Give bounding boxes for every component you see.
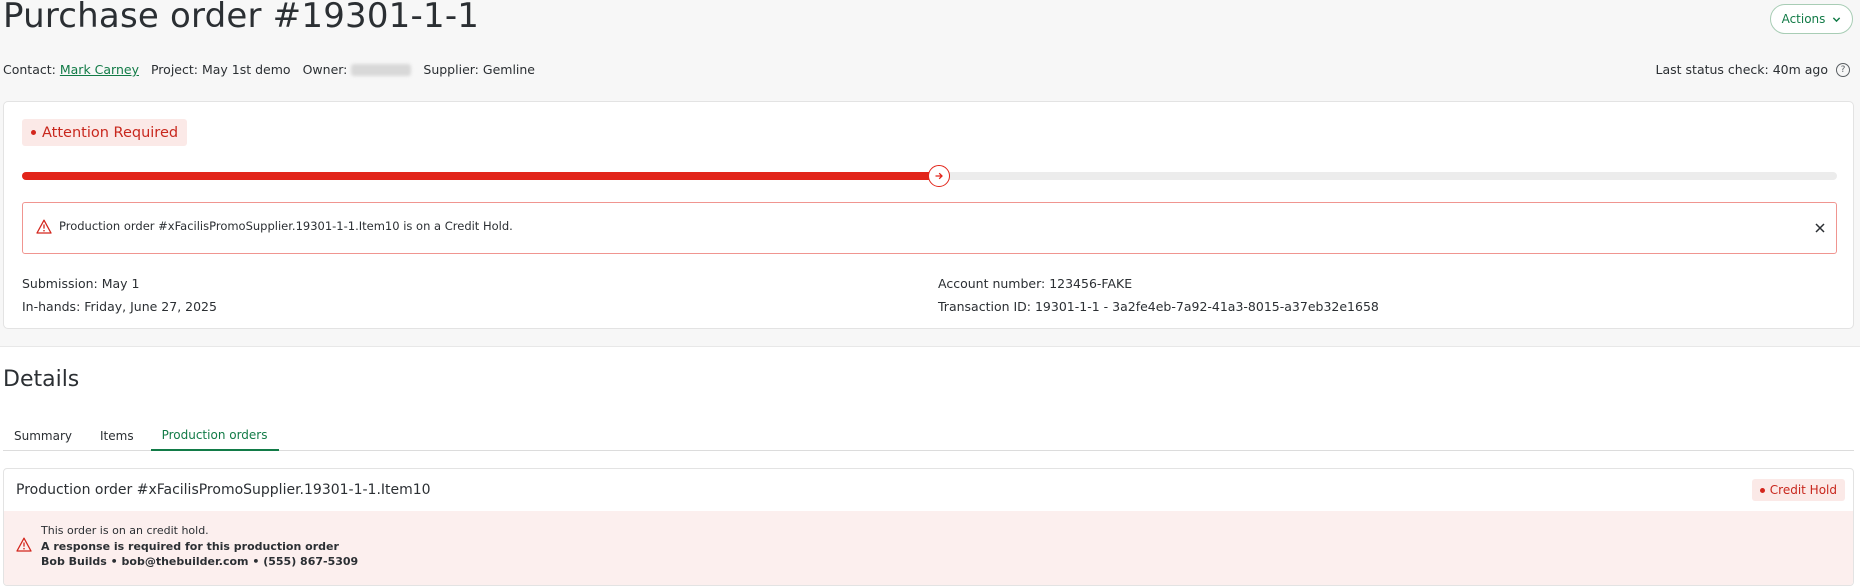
help-icon[interactable]: ? xyxy=(1836,62,1850,77)
last-status-text: Last status check: 40m ago xyxy=(1655,62,1828,77)
warning-icon xyxy=(36,219,52,234)
production-order-alert: This order is on an credit hold. A respo… xyxy=(4,511,1853,585)
project-info: Project: May 1st demo xyxy=(150,62,291,77)
production-order-alert-text: This order is on an credit hold. A respo… xyxy=(41,523,358,570)
alert-line-response-required: A response is required for this producti… xyxy=(41,539,339,553)
contact-info: Contact: Mark Carney xyxy=(3,62,139,77)
tab-summary[interactable]: Summary xyxy=(3,421,83,451)
contact-link[interactable]: Mark Carney xyxy=(60,62,139,77)
owner-redacted xyxy=(351,63,412,76)
production-order-card: Production order #xFacilisPromoSupplier.… xyxy=(3,468,1854,586)
actions-label: Actions xyxy=(1781,12,1826,26)
supplier-info: Supplier: Gemline xyxy=(423,62,536,77)
status-dot-icon xyxy=(31,130,36,135)
order-meta: Contact: Mark Carney Project: May 1st de… xyxy=(3,62,547,77)
order-identifiers: Account number: 123456-FAKE Transaction … xyxy=(938,272,1379,318)
project-value: May 1st demo xyxy=(201,62,291,77)
alert-line-credit-hold: This order is on an credit hold. xyxy=(41,524,209,537)
transaction-id: Transaction ID: 19301-1-1 - 3a2fe4eb-7a9… xyxy=(938,299,1379,314)
account-number: Account number: 123456-FAKE xyxy=(938,276,1133,291)
page-title: Purchase order #19301-1-1 xyxy=(3,0,480,36)
order-dates: Submission: May 1 In-hands: Friday, June… xyxy=(22,272,217,318)
tab-items[interactable]: Items xyxy=(89,421,145,451)
in-hands-date: In-hands: Friday, June 27, 2025 xyxy=(22,299,217,314)
close-icon[interactable] xyxy=(1814,222,1826,234)
progress-arrow-icon xyxy=(927,165,950,187)
attention-badge: Attention Required xyxy=(22,119,188,146)
supplier-value: Gemline xyxy=(482,62,536,77)
page-header-area: Purchase order #19301-1-1 Actions Contac… xyxy=(0,0,1860,347)
owner-info: Owner: xyxy=(303,62,412,77)
credit-hold-alert: Production order #xFacilisPromoSupplier.… xyxy=(22,202,1837,254)
last-status-check: Last status check: 40m ago ? xyxy=(1656,62,1850,77)
production-order-title: Production order #xFacilisPromoSupplier.… xyxy=(16,482,431,498)
progress-bar xyxy=(22,165,1837,187)
actions-button[interactable]: Actions xyxy=(1770,4,1853,34)
details-tabs: Summary Items Production orders xyxy=(3,421,1854,451)
details-heading: Details xyxy=(3,367,80,392)
status-dot-icon xyxy=(1759,487,1765,493)
warning-icon xyxy=(16,537,32,552)
progress-fill xyxy=(22,172,939,180)
status-card: Attention Required Production order #xFa… xyxy=(3,101,1854,329)
tab-production-orders[interactable]: Production orders xyxy=(150,421,279,451)
alert-message: Production order #xFacilisPromoSupplier.… xyxy=(59,219,513,233)
alert-line-contact: Bob Builds • bob@thebuilder.com • (555) … xyxy=(41,555,359,568)
credit-hold-badge: Credit Hold xyxy=(1751,479,1845,501)
submission-date: Submission: May 1 xyxy=(22,276,140,291)
chevron-down-icon xyxy=(1833,16,1841,22)
